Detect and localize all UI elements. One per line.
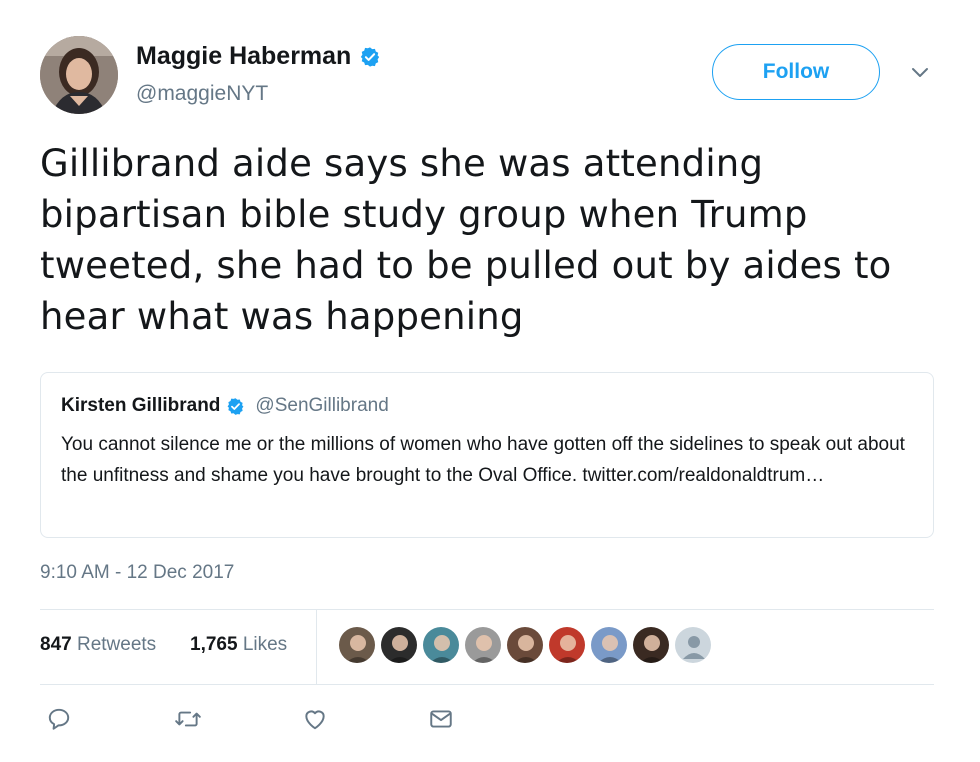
quoted-author-name: Kirsten Gillibrand: [61, 395, 221, 416]
tweet-timestamp[interactable]: 9:10 AM - 12 Dec 2017: [40, 562, 234, 584]
retweets-stat[interactable]: 847 Retweets: [40, 634, 156, 656]
liker-avatar-6[interactable]: [548, 626, 586, 664]
retweets-label: Retweets: [76, 634, 157, 655]
likes-stat[interactable]: 1,765 Likes: [190, 634, 287, 656]
author-display-name[interactable]: Maggie Haberman: [136, 42, 351, 71]
tweet-stats: 847 Retweets 1,765 Likes: [40, 610, 934, 684]
quoted-tweet-header: Kirsten Gillibrand @SenGillibrand: [61, 395, 389, 417]
quoted-tweet-text: You cannot silence me or the millions of…: [61, 434, 905, 486]
quoted-tweet[interactable]: Kirsten Gillibrand @SenGillibrand You ca…: [40, 372, 934, 538]
tweet-text: Gillibrand aide says she was attending b…: [40, 142, 892, 338]
liker-avatar-1[interactable]: [338, 626, 376, 664]
liker-avatar-2[interactable]: [380, 626, 418, 664]
follow-button[interactable]: Follow: [712, 44, 880, 100]
stats-separator: [316, 610, 317, 684]
likes-label: Likes: [242, 634, 288, 655]
like-icon[interactable]: [302, 706, 330, 734]
quoted-author-handle: @SenGillibrand: [255, 395, 389, 416]
liker-avatar-7[interactable]: [590, 626, 628, 664]
liker-avatar-9[interactable]: [674, 626, 712, 664]
liker-avatar-8[interactable]: [632, 626, 670, 664]
retweets-count: 847: [40, 634, 72, 655]
likes-count: 1,765: [190, 634, 238, 655]
divider-bottom: [40, 684, 934, 685]
chevron-down-icon[interactable]: [908, 60, 932, 84]
liker-avatar-4[interactable]: [464, 626, 502, 664]
author-name-row: Maggie Haberman: [136, 42, 381, 71]
verified-badge-icon: [226, 397, 245, 416]
direct-message-icon[interactable]: [428, 706, 456, 734]
author-handle[interactable]: @maggieNYT: [136, 82, 268, 106]
tweet-header: Maggie Haberman @maggieNYT Follow: [40, 36, 940, 116]
liker-avatar-5[interactable]: [506, 626, 544, 664]
liker-avatars: [338, 626, 712, 664]
retweet-icon[interactable]: [174, 706, 202, 734]
verified-badge-icon: [359, 46, 381, 68]
liker-avatar-3[interactable]: [422, 626, 460, 664]
author-avatar[interactable]: [40, 36, 118, 114]
reply-icon[interactable]: [46, 706, 74, 734]
